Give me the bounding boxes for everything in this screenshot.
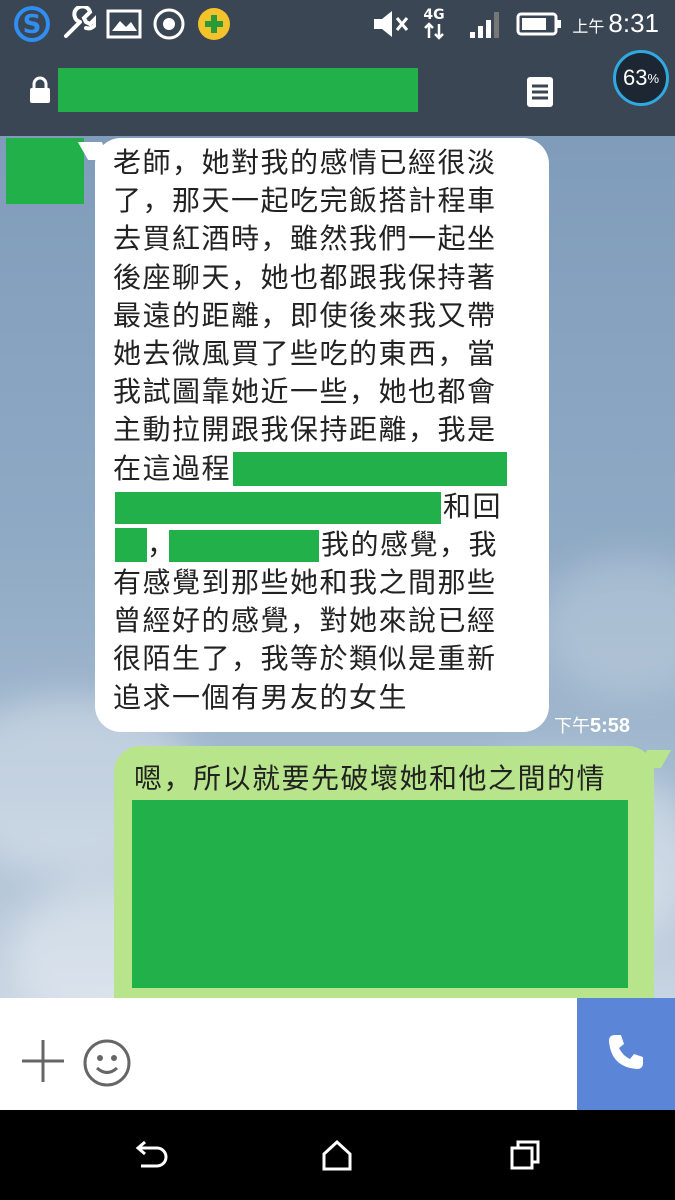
outgoing-message-bubble[interactable]: 嗯，所以就要先破壞她和他之間的情	[114, 746, 654, 998]
message-line: 曾經好的感覺，對她來說已經	[113, 604, 497, 638]
message-line: 老師，她對我的感情已經很淡	[113, 146, 497, 179]
phone-icon	[605, 1031, 647, 1077]
image-icon	[106, 6, 142, 42]
message-line: 了，那天一起吃完飯搭計程車	[113, 184, 497, 218]
message-line: 去買紅酒時，雖然我們一起坐	[113, 222, 497, 256]
redacted-text	[115, 491, 441, 524]
network-indicator: 4G	[422, 6, 446, 42]
recents-icon[interactable]	[500, 1130, 550, 1180]
status-bar: S 4G 上午 8:31	[0, 0, 675, 48]
redacted-text	[115, 527, 147, 562]
message-line-partial: 和回	[113, 488, 529, 526]
chat-area[interactable]: 老師，她對我的感情已經很淡 了，那天一起吃完飯搭計程車 去買紅酒時，雖然我們一起…	[0, 136, 675, 998]
menu-icon[interactable]	[526, 76, 554, 112]
network-label: 4G	[423, 7, 445, 23]
timestamp-period: 下午	[554, 716, 590, 736]
message-line: 很陌生了，我等於類似是重新	[113, 642, 497, 676]
battery-icon	[516, 6, 562, 42]
message-line: 有感覺到那些她和我之間那些	[113, 566, 497, 600]
redacted-chat-title	[58, 68, 418, 112]
back-icon[interactable]	[126, 1130, 176, 1180]
redacted-avatar[interactable]	[6, 138, 84, 204]
message-timestamp: 下午5:58	[554, 712, 630, 738]
battery-percent-badge: 63%	[613, 50, 669, 106]
timestamp-time: 5:58	[590, 715, 631, 737]
message-input-bar	[0, 998, 675, 1110]
message-line: 她去微風買了些吃的東西，當	[113, 336, 497, 370]
message-fragment: 在這過程	[113, 451, 232, 485]
redacted-text	[233, 451, 507, 486]
message-line: 我試圖靠她近一些，她也都會	[113, 375, 497, 409]
redacted-text	[169, 529, 319, 562]
navigation-bar	[0, 1110, 675, 1200]
battery-percent: 63	[622, 65, 648, 90]
s-logo-icon: S	[12, 6, 52, 42]
message-line-partial: 在這過程	[113, 450, 529, 488]
clock-period: 上午	[572, 19, 605, 36]
home-icon[interactable]	[312, 1130, 362, 1180]
lock-icon	[28, 76, 52, 108]
plus-icon[interactable]	[20, 1038, 66, 1088]
wrench-icon	[60, 6, 96, 42]
battery-percent-sign: %	[647, 70, 660, 86]
incoming-message-bubble[interactable]: 老師，她對我的感情已經很淡 了，那天一起吃完飯搭計程車 去買紅酒時，雖然我們一起…	[95, 138, 549, 732]
plus-app-icon	[196, 6, 232, 42]
message-line: 主動拉開跟我保持距離，我是	[113, 413, 497, 447]
chat-header	[0, 48, 675, 136]
smiley-icon[interactable]	[82, 1038, 132, 1092]
redacted-text	[132, 800, 628, 988]
message-line-partial: ， 我的感覺，我	[113, 526, 529, 564]
message-fragment: 和回	[443, 489, 503, 523]
call-button[interactable]	[577, 998, 675, 1110]
svg-text:S: S	[23, 10, 42, 40]
message-fragment: 我的感覺，我	[321, 527, 499, 561]
record-icon	[152, 6, 186, 42]
message-line: 最遠的距離，即使後來我又帶	[113, 298, 497, 332]
message-line: 後座聊天，她也都跟我保持著	[113, 260, 497, 294]
message-line: 嗯，所以就要先破壞她和他之間的情	[134, 762, 607, 795]
message-line: 追求一個有男友的女生	[113, 680, 409, 714]
signal-icon	[468, 6, 506, 42]
clock-time: 8:31	[608, 8, 659, 38]
clock: 上午 8:31	[572, 8, 659, 39]
mute-icon	[370, 6, 410, 42]
